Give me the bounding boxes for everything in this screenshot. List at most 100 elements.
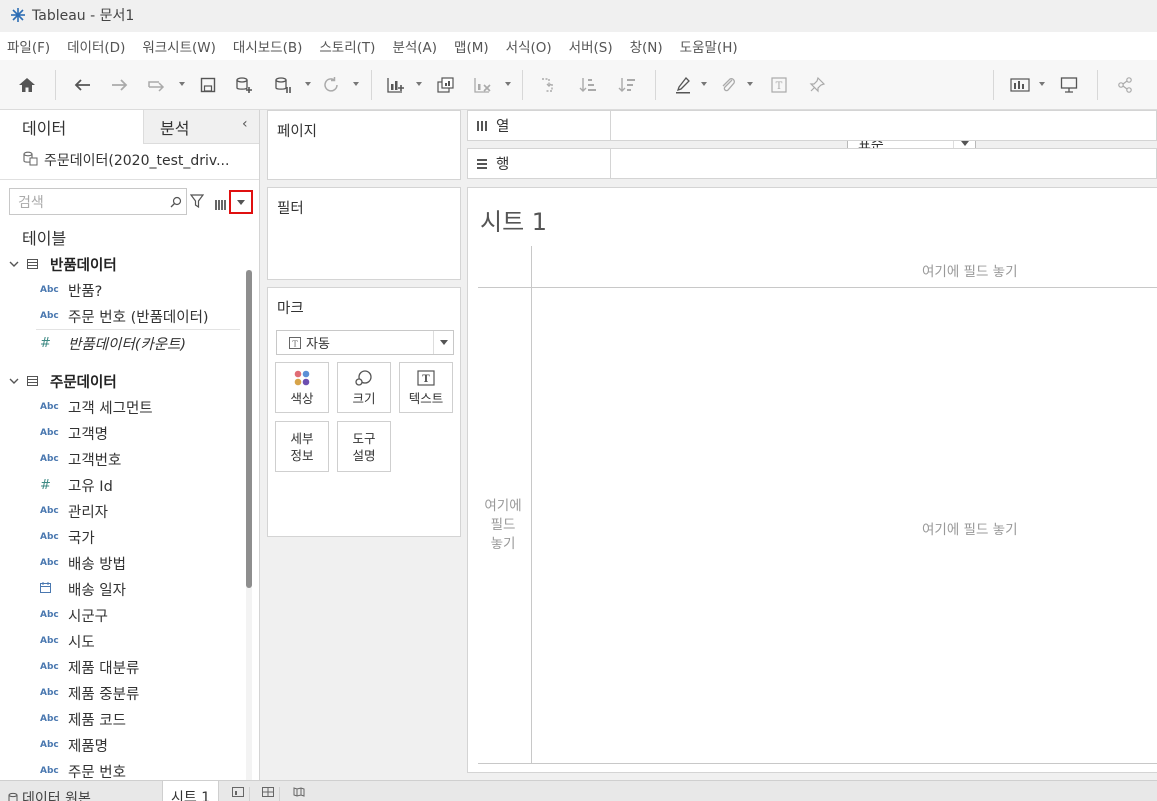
field-product-subcategory[interactable]: Abc 제품 중분류 xyxy=(40,682,139,704)
share-icon[interactable] xyxy=(1114,72,1136,98)
swap-rows-columns-icon[interactable] xyxy=(537,72,559,98)
menu-story[interactable]: 스토리(T) xyxy=(319,36,375,56)
field-customer-segment[interactable]: Abc 고객 세그먼트 xyxy=(40,396,153,418)
redo-icon[interactable] xyxy=(109,72,131,98)
data-pane-menu-button[interactable] xyxy=(229,190,253,214)
chevron-down-icon[interactable] xyxy=(9,378,21,385)
refresh-dropdown-icon[interactable] xyxy=(353,82,359,86)
view-list-icon[interactable] xyxy=(215,195,227,214)
field-product-code[interactable]: Abc 제품 코드 xyxy=(40,708,126,730)
field-customer-name[interactable]: Abc 고객명 xyxy=(40,422,108,444)
tab-datasource-label: 데이터 원본 xyxy=(22,791,91,801)
field-returned[interactable]: Abc 반품? xyxy=(40,279,102,301)
field-manager[interactable]: Abc 관리자 xyxy=(40,500,108,522)
refresh-icon[interactable] xyxy=(320,72,342,98)
sort-descending-icon[interactable] xyxy=(616,72,638,98)
number-type-icon: # xyxy=(40,477,51,493)
field-ship-mode[interactable]: Abc 배송 방법 xyxy=(40,552,126,574)
menu-map[interactable]: 맵(M) xyxy=(454,36,489,56)
undo-icon[interactable] xyxy=(71,72,93,98)
menu-help[interactable]: 도움말(H) xyxy=(680,36,738,56)
field-product-name[interactable]: Abc 제품명 xyxy=(40,734,108,756)
filter-icon[interactable] xyxy=(189,193,205,212)
columns-shelf[interactable]: 열 xyxy=(467,110,1157,141)
field-country[interactable]: Abc 국가 xyxy=(40,526,95,548)
rows-shelf[interactable]: 행 xyxy=(467,148,1157,179)
size-button[interactable]: 크기 xyxy=(337,362,391,413)
highlight-dropdown-icon[interactable] xyxy=(701,82,707,86)
field-province[interactable]: Abc 시도 xyxy=(40,630,95,652)
new-worksheet-icon[interactable] xyxy=(226,787,250,801)
group-dropdown-icon[interactable] xyxy=(747,82,753,86)
tab-sheet-1[interactable]: 시트 1 xyxy=(162,781,219,801)
menu-worksheet[interactable]: 워크시트(W) xyxy=(142,36,216,56)
columns-shelf-label: 열 xyxy=(468,111,611,140)
new-worksheet-icon[interactable] xyxy=(384,72,408,98)
field-unique-id[interactable]: # 고유 Id xyxy=(40,474,113,496)
menu-server[interactable]: 서버(S) xyxy=(569,36,613,56)
sheet-canvas[interactable]: 시트 1 여기에 필드 놓기 여기에 필드 놓기 여기에 필드 놓기 xyxy=(467,187,1157,773)
menu-data[interactable]: 데이터(D) xyxy=(67,36,125,56)
size-label: 크기 xyxy=(352,391,376,406)
chevron-down-icon[interactable] xyxy=(9,261,21,268)
save-icon[interactable] xyxy=(197,72,219,98)
datasource-item[interactable]: 주문데이터(2020_test_driv... xyxy=(22,150,229,170)
tooltip-button[interactable]: 도구 설명 xyxy=(337,421,391,472)
chevron-down-icon[interactable] xyxy=(433,331,453,354)
menu-file[interactable]: 파일(F) xyxy=(7,36,50,56)
field-city[interactable]: Abc 시군구 xyxy=(40,604,108,626)
menu-format[interactable]: 서식(O) xyxy=(506,36,552,56)
sort-ascending-icon[interactable] xyxy=(577,72,599,98)
pause-dropdown-icon[interactable] xyxy=(305,82,311,86)
divider xyxy=(531,246,532,764)
show-me-icon[interactable] xyxy=(1007,72,1033,98)
menu-dashboard[interactable]: 대시보드(B) xyxy=(233,36,302,56)
tab-data[interactable]: 데이터 xyxy=(0,110,143,144)
detail-button[interactable]: 세부 정보 xyxy=(275,421,329,472)
field-order-id-returns[interactable]: Abc 주문 번호 (반품데이터) xyxy=(40,305,209,327)
table-header-returns[interactable]: 반품데이터 xyxy=(0,253,117,275)
highlight-pen-icon[interactable] xyxy=(672,72,694,98)
columns-icon xyxy=(476,120,488,132)
mark-type-select[interactable]: T 자동 xyxy=(276,330,454,355)
field-customer-id[interactable]: Abc 고객번호 xyxy=(40,448,121,470)
duplicate-sheet-icon[interactable] xyxy=(435,72,457,98)
menu-analysis[interactable]: 분석(A) xyxy=(392,36,437,56)
drop-field-view[interactable]: 여기에 필드 놓기 xyxy=(922,518,1018,538)
pin-axes-icon[interactable] xyxy=(806,72,828,98)
replay-dropdown-icon[interactable] xyxy=(179,82,185,86)
field-name: 고객번호 xyxy=(68,452,122,469)
home-icon[interactable] xyxy=(16,72,38,98)
group-members-icon[interactable] xyxy=(717,72,739,98)
field-order-id[interactable]: Abc 주문 번호 xyxy=(40,760,126,781)
tab-datasource[interactable]: 데이터 원본 xyxy=(8,788,91,801)
presentation-mode-icon[interactable] xyxy=(1058,72,1080,98)
clear-dropdown-icon[interactable] xyxy=(505,82,511,86)
pages-title: 페이지 xyxy=(277,124,318,140)
scrollbar-thumb[interactable] xyxy=(246,270,252,588)
size-icon xyxy=(354,368,374,388)
show-mark-labels-icon[interactable]: T xyxy=(768,72,790,98)
new-datasource-icon[interactable] xyxy=(233,72,255,98)
new-dashboard-icon[interactable] xyxy=(256,787,280,801)
replay-icon[interactable] xyxy=(146,72,170,98)
new-story-icon[interactable] xyxy=(287,787,311,801)
new-worksheet-dropdown-icon[interactable] xyxy=(416,82,422,86)
drop-field-columns[interactable]: 여기에 필드 놓기 xyxy=(922,260,1018,280)
menu-window[interactable]: 창(N) xyxy=(630,36,663,56)
pause-updates-icon[interactable] xyxy=(272,72,294,98)
sheet-title[interactable]: 시트 1 xyxy=(480,202,547,237)
collapse-pane-button[interactable]: ‹ xyxy=(242,116,248,132)
drop-field-rows[interactable]: 여기에 필드 놓기 xyxy=(480,497,526,554)
color-button[interactable]: 색상 xyxy=(275,362,329,413)
clear-sheet-icon[interactable] xyxy=(472,72,494,98)
table-header-orders[interactable]: 주문데이터 xyxy=(0,370,117,392)
field-returns-count[interactable]: # 반품데이터(카운트) xyxy=(40,332,186,354)
show-me-dropdown-icon[interactable] xyxy=(1039,82,1045,86)
field-ship-date[interactable]: 배송 일자 xyxy=(40,578,126,600)
field-product-category[interactable]: Abc 제품 대분류 xyxy=(40,656,139,678)
label-button[interactable]: T 텍스트 xyxy=(399,362,453,413)
pages-shelf[interactable]: 페이지 xyxy=(267,110,461,180)
search-input[interactable]: 검색 xyxy=(9,188,187,215)
filters-shelf[interactable]: 필터 xyxy=(267,187,461,280)
